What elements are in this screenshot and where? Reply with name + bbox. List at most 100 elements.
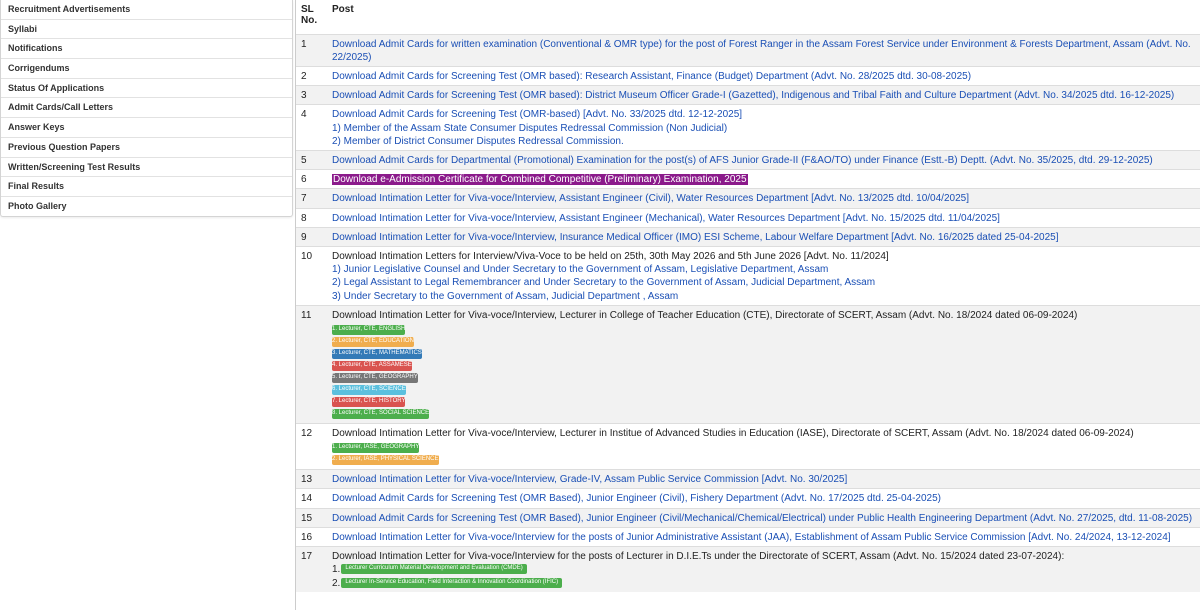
row-sl-number: 7: [296, 188, 327, 209]
post-download-link[interactable]: Download Admit Cards for Screening Test …: [332, 109, 742, 120]
row-post-cell: Download Admit Cards for Screening Test …: [327, 104, 1200, 151]
row-post-cell: Download Intimation Letter for Viva-voce…: [327, 304, 1200, 424]
post-badge-link[interactable]: Lecturer Curriculum Material Development…: [341, 564, 527, 575]
sub-post-link[interactable]: 1) Junior Legislative Counsel and Under …: [332, 263, 1197, 276]
post-download-link[interactable]: Download Intimation Letter for Viva-voce…: [332, 474, 847, 485]
subject-badge-link[interactable]: 1. Lecturer, CTE, ENGLISH: [332, 324, 406, 335]
row-sl-number: 9: [296, 226, 327, 247]
row-sl-number: 10: [296, 245, 327, 306]
table-row: 8 Download Intimation Letter for Viva-voc…: [296, 207, 1200, 228]
row-post-cell: Download Admit Cards for written examina…: [327, 33, 1200, 67]
row-post-cell: Download Admit Cards for Departmental (P…: [327, 149, 1200, 170]
row-sl-number: 13: [296, 469, 327, 489]
row-post-cell: Download Intimation Letter for Viva-voce…: [327, 226, 1200, 247]
badge-list: 1. Lecturer, IASE, GEOGRAPHY 2. Lecturer,…: [332, 440, 1197, 466]
row-post-cell: Download Admit Cards for Screening Test …: [327, 65, 1200, 86]
post-title: Download Intimation Letter for Viva-voce…: [332, 427, 1134, 439]
row-sl-number: 11: [296, 304, 327, 424]
post-title: Download Intimation Letter for Viva-voce…: [332, 309, 1078, 321]
subject-badge-link[interactable]: 4. Lecturer, CTE, ASSAMESE: [332, 360, 412, 371]
table-row: 1 Download Admit Cards for written examin…: [296, 33, 1200, 67]
post-download-link[interactable]: Download Intimation Letter for Viva-voce…: [332, 532, 1171, 543]
row-post-cell: Download Admit Cards for Screening Test …: [327, 507, 1200, 528]
row-sl-number: 2: [296, 65, 327, 86]
table-row: 9 Download Intimation Letter for Viva-voc…: [296, 226, 1200, 247]
table-row: 14 Download Admit Cards for Screening Tes…: [296, 488, 1200, 509]
subject-badge-link[interactable]: 5. Lecturer, CTE, GEOGRAPHY: [332, 372, 418, 383]
subject-badge-link[interactable]: 2. Lecturer, CTE, EDUCATION: [332, 336, 414, 347]
badge-number: 1.: [332, 564, 341, 576]
row-post-cell: Download Admit Cards for Screening Test …: [327, 85, 1200, 105]
row-post-cell: Download Intimation Letter for Viva-voce…: [327, 207, 1200, 228]
sidebar-item-status-of-applications[interactable]: Status Of Applications: [1, 79, 292, 99]
table-row: 11 Download Intimation Letter for Viva-vo…: [296, 304, 1200, 424]
row-post-cell: Download Intimation Letters for Intervie…: [327, 245, 1200, 306]
post-download-link[interactable]: Download Intimation Letter for Viva-voce…: [332, 232, 1058, 243]
table-row: 17 Download Intimation Letter for Viva-vo…: [296, 545, 1200, 592]
sidebar-item-written-screening-test-results[interactable]: Written/Screening Test Results: [1, 158, 292, 178]
table-header-row: SL No. Post: [296, 0, 1200, 34]
table-row: 3 Download Admit Cards for Screening Test…: [296, 85, 1200, 105]
row-post-cell: Download Intimation Letter for Viva-voce…: [327, 188, 1200, 209]
row-post-cell: Download e-Admission Certificate for Com…: [327, 169, 1200, 189]
sidebar-item-notifications[interactable]: Notifications: [1, 39, 292, 60]
sub-post-link[interactable]: 3) Under Secretary to the Government of …: [332, 290, 1197, 303]
row-sl-number: 5: [296, 149, 327, 170]
admit-cards-table: SL No. Post 1 Download Admit Cards for wr…: [296, 0, 1200, 592]
row-sl-number: 12: [296, 422, 327, 470]
sidebar-item-corrigendums[interactable]: Corrigendums: [1, 59, 292, 79]
table-row: 2 Download Admit Cards for Screening Test…: [296, 65, 1200, 86]
row-post-cell: Download Intimation Letter for Viva-voce…: [327, 545, 1200, 592]
table-row: 12 Download Intimation Letter for Viva-vo…: [296, 422, 1200, 470]
row-sl-number: 8: [296, 207, 327, 228]
post-download-link[interactable]: Download Admit Cards for Departmental (P…: [332, 155, 1153, 166]
table-row: 15 Download Admit Cards for Screening Tes…: [296, 507, 1200, 528]
header-sl-no: SL No.: [301, 4, 318, 26]
table-row: 13 Download Intimation Letter for Viva-vo…: [296, 469, 1200, 489]
sidebar-item-syllabi[interactable]: Syllabi: [1, 20, 292, 40]
table-row: 6 Download e-Admission Certificate for Co…: [296, 169, 1200, 189]
post-badge-link[interactable]: Lecturer In-Service Education, Field Int…: [341, 577, 563, 588]
sidebar-item-answer-keys[interactable]: Answer Keys: [1, 118, 292, 138]
sub-post-link[interactable]: 2) Legal Assistant to Legal Remembrancer…: [332, 276, 1197, 289]
subject-badge-link[interactable]: 3. Lecturer, CTE, MATHEMATICS: [332, 348, 422, 359]
row-sl-number: 16: [296, 526, 327, 547]
subject-badge-link[interactable]: 1. Lecturer, IASE, GEOGRAPHY: [332, 443, 420, 454]
post-download-link[interactable]: Download Admit Cards for Screening Test …: [332, 493, 941, 504]
sub-post-link[interactable]: 1) Member of the Assam State Consumer Di…: [332, 122, 1197, 135]
sub-post-link[interactable]: 2) Member of District Consumer Disputes …: [332, 135, 1197, 148]
sidebar-item-photo-gallery[interactable]: Photo Gallery: [1, 197, 292, 217]
numbered-badge-line: 1. Lecturer Curriculum Material Developme…: [332, 563, 1197, 576]
post-download-link[interactable]: Download Admit Cards for Screening Test …: [332, 513, 1192, 524]
admit-cards-table-panel: SL No. Post 1 Download Admit Cards for wr…: [295, 0, 1200, 610]
post-download-link[interactable]: Download Intimation Letter for Viva-voce…: [332, 193, 969, 204]
table-row: 16 Download Intimation Letter for Viva-vo…: [296, 526, 1200, 547]
subject-badge-link[interactable]: 7. Lecturer, CTE, HISTORY: [332, 396, 406, 407]
subject-badge-link[interactable]: 8. Lecturer, CTE, SOCIAL SCIENCE: [332, 408, 430, 419]
subject-badge-link[interactable]: 2. Lecturer, IASE, PHYSICAL SCIENCE: [332, 455, 439, 466]
row-post-cell: Download Intimation Letter for Viva-voce…: [327, 422, 1200, 470]
sidebar-menu: Recruitment Advertisements Syllabi Notific…: [0, 0, 293, 217]
row-sl-number: 15: [296, 507, 327, 528]
post-download-link[interactable]: Download Admit Cards for Screening Test …: [332, 71, 971, 82]
post-download-link[interactable]: Download e-Admission Certificate for Com…: [332, 174, 748, 186]
post-download-link[interactable]: Download Admit Cards for written examina…: [332, 39, 1191, 63]
table-row: 10 Download Intimation Letters for Interv…: [296, 245, 1200, 306]
subject-badge-link[interactable]: 6. Lecturer, CTE, SCIENCE: [332, 384, 406, 395]
row-post-cell: Download Intimation Letter for Viva-voce…: [327, 526, 1200, 547]
sidebar-item-previous-question-papers[interactable]: Previous Question Papers: [1, 138, 292, 158]
row-sl-number: 4: [296, 104, 327, 151]
sidebar-item-final-results[interactable]: Final Results: [1, 177, 292, 197]
badge-number: 2.: [332, 577, 341, 589]
table-row: 5 Download Admit Cards for Departmental (…: [296, 149, 1200, 170]
row-sl-number: 17: [296, 545, 327, 592]
numbered-badge-line: 2. Lecturer In-Service Education, Field I…: [332, 577, 1197, 590]
sidebar-item-recruitment-advertisements[interactable]: Recruitment Advertisements: [1, 0, 292, 20]
post-download-link[interactable]: Download Intimation Letter for Viva-voce…: [332, 213, 1000, 224]
post-title: Download Intimation Letter for Viva-voce…: [332, 550, 1065, 562]
row-sl-number: 14: [296, 488, 327, 509]
sidebar-item-admit-cards-call-letters[interactable]: Admit Cards/Call Letters: [1, 98, 292, 119]
post-download-link[interactable]: Download Admit Cards for Screening Test …: [332, 90, 1174, 101]
row-post-cell: Download Intimation Letter for Viva-voce…: [327, 469, 1200, 489]
post-title: Download Intimation Letters for Intervie…: [332, 250, 889, 262]
